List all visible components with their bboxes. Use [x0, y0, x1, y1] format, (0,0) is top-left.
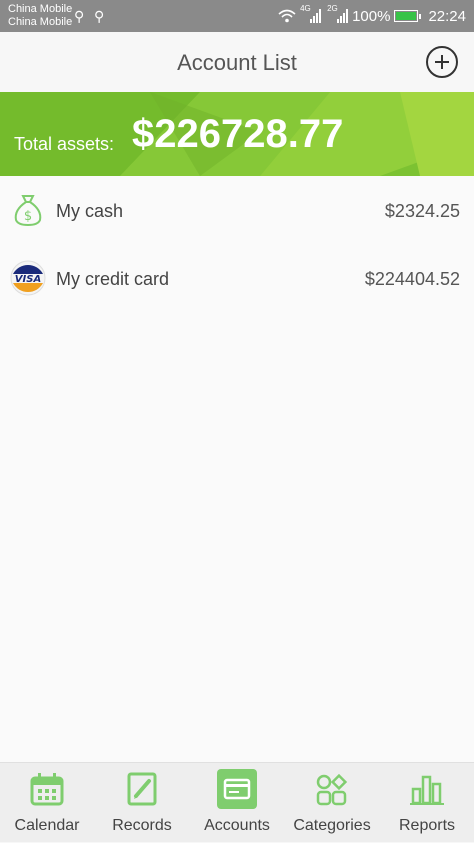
account-row-cash[interactable]: $ My cash $2324.25	[0, 176, 474, 244]
nav-label: Reports	[398, 817, 456, 834]
categories-icon	[316, 773, 348, 806]
nav-label: Categories	[293, 817, 371, 834]
signal-icon: 2G	[327, 4, 349, 23]
nav-categories[interactable]: Categories	[285, 763, 379, 843]
nav-accounts[interactable]: Accounts	[190, 763, 284, 843]
bottom-nav: Calendar Records Accounts Categories Rep…	[0, 762, 474, 842]
account-name: My cash	[56, 201, 124, 221]
total-assets-value: $226728.77	[132, 112, 344, 156]
carrier-2: China Mobile	[8, 16, 73, 28]
nav-records[interactable]: Records	[95, 763, 189, 843]
money-bag-icon: $	[14, 195, 42, 227]
nav-label: Accounts	[204, 817, 270, 834]
add-account-button[interactable]	[426, 46, 458, 78]
account-amount: $2324.25	[384, 201, 460, 221]
carrier-1: China Mobile	[8, 3, 73, 15]
clock: 22:24	[428, 7, 466, 25]
total-assets-banner: Total assets: $226728.77	[0, 92, 474, 176]
account-name: My credit card	[56, 269, 170, 289]
visa-card-icon: VISA	[10, 260, 46, 296]
svg-text:$: $	[24, 209, 32, 224]
network-type-2: 2G	[327, 4, 338, 13]
usb-icon: ⚲	[74, 8, 85, 24]
account-list: $ My cash $2324.25 VISA My credit card $…	[0, 176, 474, 762]
account-row-credit-card[interactable]: VISA My credit card $224404.52	[0, 244, 474, 312]
reports-icon	[410, 775, 444, 805]
wifi-icon	[278, 9, 296, 23]
nav-calendar[interactable]: Calendar	[0, 763, 94, 843]
nav-reports[interactable]: Reports	[380, 763, 474, 843]
accounts-icon	[217, 769, 257, 809]
records-icon	[127, 772, 157, 806]
battery-percent: 100%	[352, 7, 391, 25]
visa-brand-text: VISA	[15, 274, 41, 285]
calendar-icon	[30, 773, 64, 806]
network-type-1: 4G	[300, 4, 311, 13]
total-assets-label: Total assets:	[14, 134, 115, 154]
page-title: Account List	[177, 50, 297, 75]
carrier-labels: China Mobile China Mobile	[8, 3, 72, 29]
nav-label: Calendar	[14, 817, 80, 834]
app-header: Account List	[0, 32, 474, 92]
status-bar: China Mobile China Mobile ⚲ ⚲ 4G 2G 100%…	[0, 0, 474, 32]
battery-icon	[394, 10, 422, 22]
nav-label: Records	[112, 817, 172, 834]
usb-icon: ⚲	[94, 8, 105, 24]
account-amount: $224404.52	[364, 269, 460, 289]
signal-icon: 4G	[300, 4, 322, 23]
